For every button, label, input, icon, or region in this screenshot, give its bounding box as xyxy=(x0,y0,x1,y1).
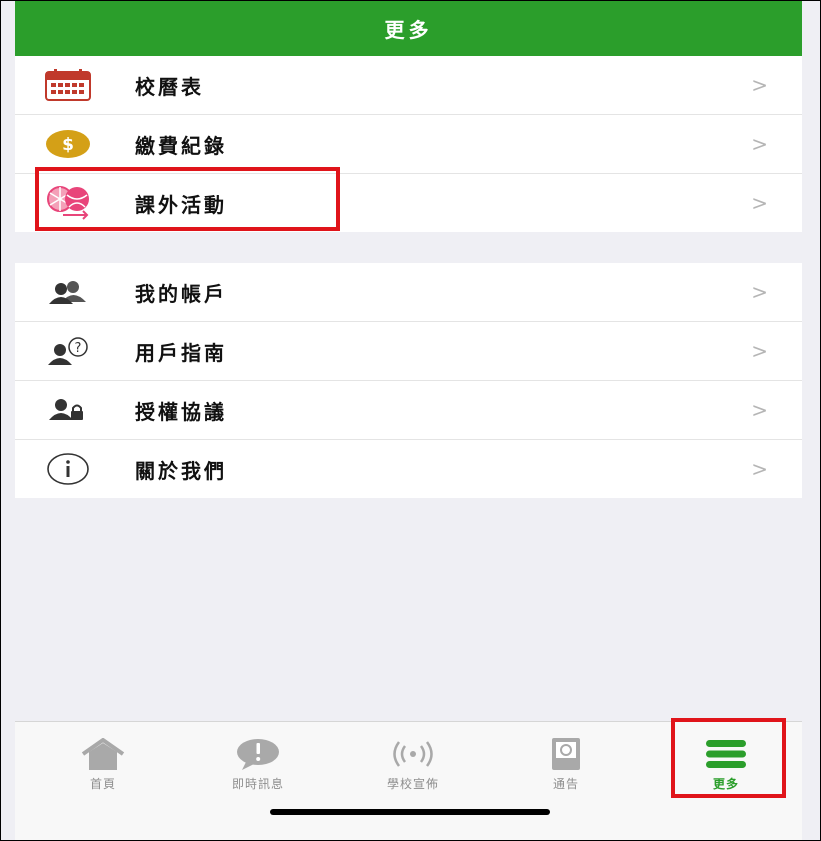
menu-item-label: 繳費紀錄 xyxy=(135,133,227,158)
chevron-right-icon: > xyxy=(751,132,768,156)
chevron-right-icon: > xyxy=(751,73,768,97)
menu-item-label: 校曆表 xyxy=(135,74,204,99)
menu-group-secondary: 我的帳戶 > ? 用戶指南 > 授權協議 > 關於我們 > xyxy=(15,263,802,498)
menu-item-my-account[interactable]: 我的帳戶 > xyxy=(15,263,802,322)
user-question-icon: ? xyxy=(41,331,95,371)
broadcast-icon xyxy=(390,734,436,773)
tab-label: 首頁 xyxy=(89,777,116,791)
calendar-icon xyxy=(41,65,95,105)
chevron-right-icon: > xyxy=(751,191,768,215)
users-icon xyxy=(41,272,95,312)
menu-item-label: 課外活動 xyxy=(135,192,227,217)
chevron-right-icon: > xyxy=(751,280,768,304)
chat-alert-icon xyxy=(236,734,280,773)
tab-label: 更多 xyxy=(712,777,739,791)
home-icon xyxy=(80,734,126,773)
menu-icon xyxy=(705,734,747,773)
chevron-right-icon: > xyxy=(751,457,768,481)
sports-balls-icon xyxy=(41,183,95,223)
menu-item-about-us[interactable]: 關於我們 > xyxy=(15,440,802,498)
menu-item-payment-records[interactable]: $ 繳費紀錄 > xyxy=(15,115,802,174)
tab-more[interactable]: 更多 xyxy=(666,722,786,792)
svg-text:$: $ xyxy=(62,135,74,155)
home-indicator[interactable] xyxy=(270,809,550,815)
notice-icon xyxy=(551,734,581,773)
svg-text:?: ? xyxy=(75,341,82,356)
tab-school-announcements[interactable]: 學校宣佈 xyxy=(353,722,473,792)
tab-label: 通告 xyxy=(552,777,579,791)
tab-label: 學校宣佈 xyxy=(386,777,439,791)
menu-item-label: 用戶指南 xyxy=(135,340,227,365)
tab-notices[interactable]: 通告 xyxy=(506,722,626,792)
menu-item-label: 關於我們 xyxy=(135,458,227,483)
info-icon xyxy=(41,449,95,489)
bottom-tab-bar: 首頁 即時訊息 學校宣佈 通告 更多 xyxy=(15,721,802,840)
menu-item-label: 我的帳戶 xyxy=(135,281,227,306)
menu-item-license-agreement[interactable]: 授權協議 > xyxy=(15,381,802,440)
user-lock-icon xyxy=(41,390,95,430)
dollar-coin-icon: $ xyxy=(41,124,95,164)
page-title: 更多 xyxy=(15,1,802,56)
menu-item-calendar[interactable]: 校曆表 > xyxy=(15,56,802,115)
menu-item-label: 授權協議 xyxy=(135,399,227,424)
menu-item-extracurricular[interactable]: 課外活動 > xyxy=(15,174,802,232)
tab-home[interactable]: 首頁 xyxy=(43,722,163,792)
menu-item-user-guide[interactable]: ? 用戶指南 > xyxy=(15,322,802,381)
tab-instant-messages[interactable]: 即時訊息 xyxy=(198,722,318,792)
chevron-right-icon: > xyxy=(751,339,768,363)
tab-label: 即時訊息 xyxy=(231,777,284,791)
app-screen: 更多 校曆表 > $ 繳費紀錄 > 課外活動 > 我的帳戶 > ? 用戶指南 >… xyxy=(0,0,821,841)
chevron-right-icon: > xyxy=(751,398,768,422)
menu-group-primary: 校曆表 > $ 繳費紀錄 > 課外活動 > xyxy=(15,56,802,232)
